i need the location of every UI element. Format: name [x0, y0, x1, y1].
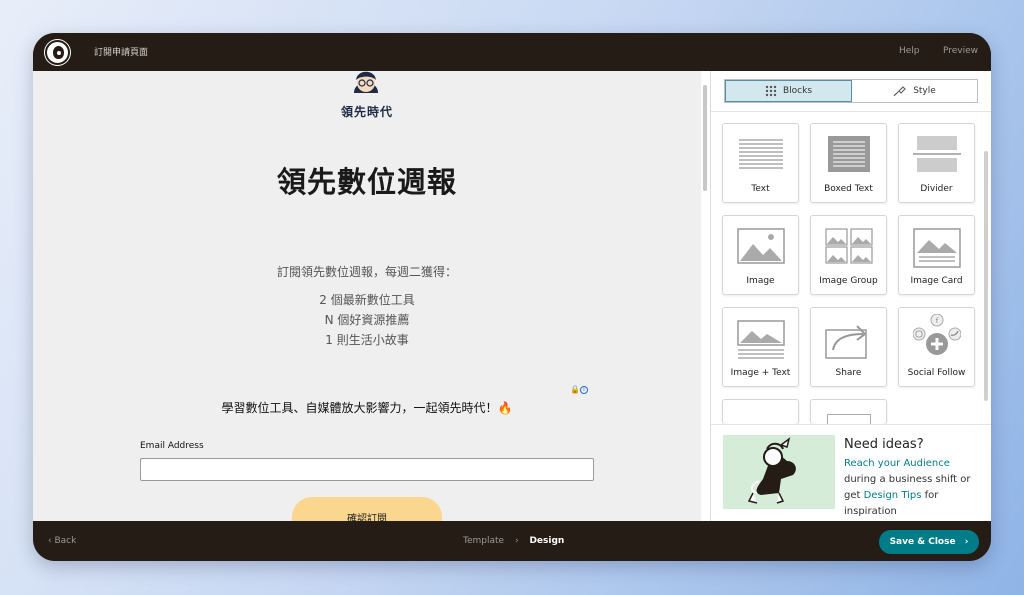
- grid-icon: [765, 85, 777, 97]
- block-image-card[interactable]: Image Card: [898, 215, 975, 295]
- benefit-item: N 個好資源推薦: [324, 313, 410, 327]
- email-label: Email Address: [140, 441, 204, 451]
- block-image[interactable]: Image: [722, 215, 799, 295]
- bottom-bar: ‹ Back Template › Design Save & Close ›: [33, 521, 991, 561]
- top-bar: 訂閱申請頁面 Help Preview: [33, 33, 991, 71]
- boxed-text-icon: [828, 136, 870, 172]
- block-partial[interactable]: [810, 399, 887, 425]
- block-label: Image + Text: [730, 368, 791, 378]
- social-follow-icon: f: [913, 314, 961, 355]
- form-tagline: 學習數位工具、自媒體放大影響力，一起領先時代！🔥: [221, 401, 513, 415]
- help-link[interactable]: Help: [899, 46, 920, 56]
- form-preview: 領先時代 領先數位週報 訂閱領先數位週報，每週二獲得： 2 個最新數位工具 N …: [33, 71, 701, 521]
- tab-blocks[interactable]: Blocks: [725, 80, 852, 102]
- preview-scrollbar[interactable]: [703, 85, 707, 191]
- block-divider[interactable]: Divider: [898, 123, 975, 203]
- mailchimp-logo-icon[interactable]: [45, 40, 70, 65]
- block-label: Image Card: [910, 276, 963, 286]
- chevron-right-icon: ›: [964, 537, 969, 547]
- lock-info-icon[interactable]: 🔒 i: [570, 385, 588, 394]
- block-label: Boxed Text: [824, 184, 873, 194]
- form-intro: 訂閱領先數位週報，每週二獲得：: [276, 265, 457, 279]
- brand-name: 領先時代: [340, 105, 393, 119]
- block-label: Image: [746, 276, 775, 286]
- benefit-item: 1 則生活小故事: [325, 333, 409, 347]
- breadcrumb-template[interactable]: Template: [463, 536, 504, 546]
- benefit-item: 2 個最新數位工具: [319, 293, 415, 307]
- block-label: Share: [835, 368, 862, 378]
- chevron-right-icon: ›: [514, 536, 519, 546]
- share-icon: [825, 325, 867, 359]
- tab-label: Blocks: [782, 86, 813, 96]
- form-title: 領先數位週報: [276, 165, 457, 199]
- editor-main: 領先時代 領先數位週報 訂閱領先數位週報，每週二獲得： 2 個最新數位工具 N …: [33, 71, 991, 521]
- ideas-illustration: [723, 435, 835, 509]
- ideas-card: Need ideas? Reach your Audience during a…: [711, 424, 991, 521]
- subscribe-button[interactable]: 確認訂閱: [292, 497, 442, 521]
- image-group-icon: [825, 228, 873, 264]
- block-boxed-text[interactable]: Boxed Text: [810, 123, 887, 203]
- brand-avatar-icon: [354, 71, 378, 93]
- image-text-icon: [737, 320, 785, 359]
- block-label: Divider: [920, 184, 953, 194]
- block-label: Text: [751, 184, 770, 194]
- divider-icon: [913, 136, 961, 172]
- block-label: Social Follow: [907, 368, 966, 378]
- page-title: 訂閱申請頁面: [94, 48, 149, 58]
- tab-separator: [711, 111, 991, 112]
- panel-tabs: Blocks Style: [724, 79, 978, 103]
- email-field[interactable]: [140, 458, 594, 481]
- block-image-text[interactable]: Image + Text: [722, 307, 799, 387]
- preview-link[interactable]: Preview: [943, 46, 978, 56]
- block-share[interactable]: Share: [810, 307, 887, 387]
- tab-label: Style: [913, 86, 936, 96]
- ideas-heading: Need ideas?: [844, 437, 924, 452]
- image-card-icon: [913, 228, 961, 268]
- paint-brush-icon: [893, 86, 906, 97]
- breadcrumb-design: Design: [529, 536, 565, 546]
- block-label: Image Group: [819, 276, 878, 286]
- design-tips-link[interactable]: Design Tips: [864, 490, 922, 501]
- block-partial[interactable]: [722, 399, 799, 424]
- breadcrumb: Template › Design: [463, 536, 564, 546]
- reach-audience-link[interactable]: Reach your Audience: [844, 458, 950, 469]
- save-close-button[interactable]: Save & Close ›: [879, 530, 979, 554]
- panel-scrollbar[interactable]: [984, 151, 988, 401]
- save-label: Save & Close: [889, 537, 956, 547]
- block-social-follow[interactable]: f Social Follow: [898, 307, 975, 387]
- tab-style[interactable]: Style: [852, 80, 977, 102]
- ideas-text: Reach your Audience during a business sh…: [844, 456, 984, 520]
- block-image-group[interactable]: Image Group: [810, 215, 887, 295]
- back-button[interactable]: ‹ Back: [48, 536, 76, 546]
- editor-window: 訂閱申請頁面 Help Preview 領先時代 領先數位週報 訂閱領先數位週報…: [33, 33, 991, 561]
- block-text[interactable]: Text: [722, 123, 799, 203]
- text-block-icon: [739, 139, 783, 169]
- image-icon: [737, 228, 785, 264]
